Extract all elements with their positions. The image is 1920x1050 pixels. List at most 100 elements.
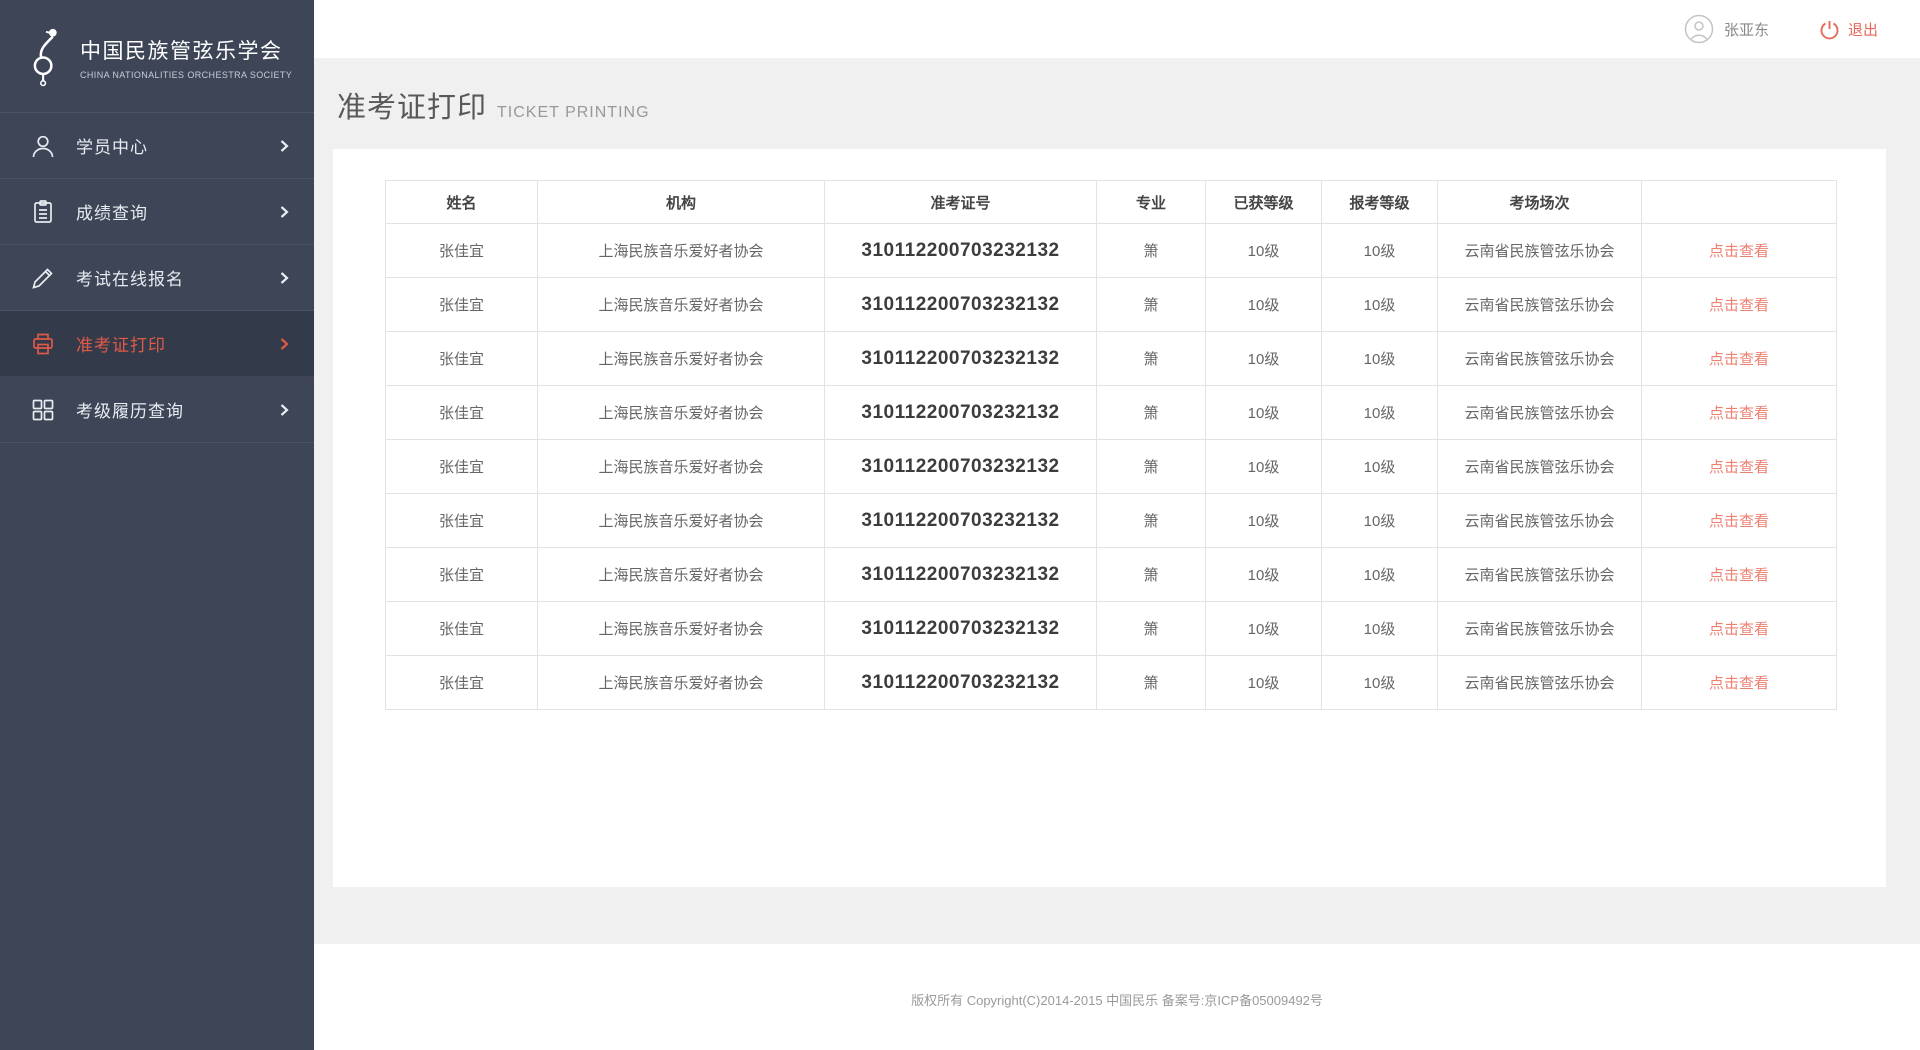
- cell-venue: 云南省民族管弦乐协会: [1438, 494, 1642, 548]
- cell-obtained-level: 10级: [1206, 278, 1322, 332]
- power-icon: [1819, 19, 1840, 40]
- printer-icon: [30, 331, 56, 357]
- cell-name: 张佳宜: [386, 494, 538, 548]
- cell-major: 箫: [1097, 494, 1206, 548]
- cell-apply-level: 10级: [1322, 602, 1438, 656]
- cell-action: 点击查看: [1642, 332, 1837, 386]
- cell-ticket-no: 310112200703232132: [825, 440, 1097, 494]
- cell-action: 点击查看: [1642, 494, 1837, 548]
- chevron-right-icon: [276, 270, 292, 286]
- cell-major: 箫: [1097, 602, 1206, 656]
- cell-org: 上海民族音乐爱好者协会: [538, 440, 825, 494]
- view-ticket-link[interactable]: 点击查看: [1709, 513, 1769, 530]
- logout-button[interactable]: 退出: [1819, 19, 1878, 40]
- cell-name: 张佳宜: [386, 332, 538, 386]
- view-ticket-link[interactable]: 点击查看: [1709, 405, 1769, 422]
- cell-venue: 云南省民族管弦乐协会: [1438, 548, 1642, 602]
- logout-label: 退出: [1848, 19, 1878, 40]
- footer: 版权所有 Copyright(C)2014-2015 中国民乐 备案号:京ICP…: [314, 944, 1920, 1050]
- sidebar-item-label: 考级履历查询: [76, 397, 276, 422]
- view-ticket-link[interactable]: 点击查看: [1709, 351, 1769, 368]
- view-ticket-link[interactable]: 点击查看: [1709, 621, 1769, 638]
- logo: 中国民族管弦乐学会 CHINA NATIONALITIES ORCHESTRA …: [0, 0, 314, 112]
- col-header-major: 专业: [1097, 181, 1206, 224]
- col-header-org: 机构: [538, 181, 825, 224]
- cell-obtained-level: 10级: [1206, 548, 1322, 602]
- chevron-right-icon: [276, 138, 292, 154]
- sidebar-item-online-registration[interactable]: 考试在线报名: [0, 245, 314, 311]
- cell-ticket-no: 310112200703232132: [825, 602, 1097, 656]
- sidebar-item-grade-history[interactable]: 考级履历查询: [0, 377, 314, 443]
- ticket-table-card: 姓名 机构 准考证号 专业 已获等级 报考等级 考场场次 张佳宜 上海民族音乐爱…: [333, 149, 1886, 887]
- cell-apply-level: 10级: [1322, 548, 1438, 602]
- sidebar-menu: 学员中心 成绩查询: [0, 112, 314, 443]
- cell-obtained-level: 10级: [1206, 656, 1322, 710]
- table-row: 张佳宜 上海民族音乐爱好者协会 310112200703232132 箫 10级…: [386, 278, 1837, 332]
- cell-action: 点击查看: [1642, 602, 1837, 656]
- cell-apply-level: 10级: [1322, 494, 1438, 548]
- sidebar-item-score-query[interactable]: 成绩查询: [0, 179, 314, 245]
- cell-org: 上海民族音乐爱好者协会: [538, 656, 825, 710]
- cell-org: 上海民族音乐爱好者协会: [538, 386, 825, 440]
- view-ticket-link[interactable]: 点击查看: [1709, 297, 1769, 314]
- logo-title: 中国民族管弦乐学会: [80, 35, 292, 65]
- col-header-name: 姓名: [386, 181, 538, 224]
- sidebar-item-student-center[interactable]: 学员中心: [0, 113, 314, 179]
- table-header-row: 姓名 机构 准考证号 专业 已获等级 报考等级 考场场次: [386, 181, 1837, 224]
- username: 张亚东: [1724, 19, 1769, 40]
- cell-name: 张佳宜: [386, 548, 538, 602]
- logo-subtitle: CHINA NATIONALITIES ORCHESTRA SOCIETY: [80, 70, 292, 80]
- cell-obtained-level: 10级: [1206, 224, 1322, 278]
- main-area: 张亚东 退出 准考证打印 TICKET PRINTING: [314, 0, 1920, 1050]
- table-row: 张佳宜 上海民族音乐爱好者协会 310112200703232132 箫 10级…: [386, 494, 1837, 548]
- cell-ticket-no: 310112200703232132: [825, 224, 1097, 278]
- chevron-right-icon: [276, 204, 292, 220]
- table-row: 张佳宜 上海民族音乐爱好者协会 310112200703232132 箫 10级…: [386, 332, 1837, 386]
- view-ticket-link[interactable]: 点击查看: [1709, 567, 1769, 584]
- content: 准考证打印 TICKET PRINTING 姓名 机构 准考证号 专业 已获等级…: [314, 58, 1920, 944]
- cell-venue: 云南省民族管弦乐协会: [1438, 278, 1642, 332]
- col-header-ticket-no: 准考证号: [825, 181, 1097, 224]
- grid-icon: [30, 397, 56, 423]
- pencil-icon: [30, 265, 56, 291]
- cell-action: 点击查看: [1642, 440, 1837, 494]
- sidebar-item-ticket-printing[interactable]: 准考证打印: [0, 311, 314, 377]
- table-row: 张佳宜 上海民族音乐爱好者协会 310112200703232132 箫 10级…: [386, 548, 1837, 602]
- cell-org: 上海民族音乐爱好者协会: [538, 602, 825, 656]
- user-chip[interactable]: 张亚东: [1684, 14, 1769, 44]
- cell-apply-level: 10级: [1322, 440, 1438, 494]
- cell-ticket-no: 310112200703232132: [825, 332, 1097, 386]
- cell-ticket-no: 310112200703232132: [825, 386, 1097, 440]
- cell-venue: 云南省民族管弦乐协会: [1438, 224, 1642, 278]
- cell-venue: 云南省民族管弦乐协会: [1438, 602, 1642, 656]
- col-header-obtained-level: 已获等级: [1206, 181, 1322, 224]
- cell-org: 上海民族音乐爱好者协会: [538, 278, 825, 332]
- chevron-right-icon: [276, 336, 292, 352]
- cell-action: 点击查看: [1642, 224, 1837, 278]
- view-ticket-link[interactable]: 点击查看: [1709, 243, 1769, 260]
- orchestra-society-logo-icon: [26, 26, 68, 88]
- cell-action: 点击查看: [1642, 278, 1837, 332]
- cell-obtained-level: 10级: [1206, 602, 1322, 656]
- cell-ticket-no: 310112200703232132: [825, 548, 1097, 602]
- clipboard-icon: [30, 199, 56, 225]
- sidebar-item-label: 成绩查询: [76, 199, 276, 224]
- cell-org: 上海民族音乐爱好者协会: [538, 332, 825, 386]
- page-subtitle: TICKET PRINTING: [497, 104, 650, 122]
- table-row: 张佳宜 上海民族音乐爱好者协会 310112200703232132 箫 10级…: [386, 224, 1837, 278]
- cell-name: 张佳宜: [386, 278, 538, 332]
- cell-name: 张佳宜: [386, 656, 538, 710]
- cell-major: 箫: [1097, 656, 1206, 710]
- cell-name: 张佳宜: [386, 440, 538, 494]
- cell-obtained-level: 10级: [1206, 386, 1322, 440]
- cell-name: 张佳宜: [386, 224, 538, 278]
- cell-obtained-level: 10级: [1206, 332, 1322, 386]
- cell-apply-level: 10级: [1322, 278, 1438, 332]
- view-ticket-link[interactable]: 点击查看: [1709, 675, 1769, 692]
- cell-org: 上海民族音乐爱好者协会: [538, 494, 825, 548]
- topbar: 张亚东 退出: [314, 0, 1920, 58]
- view-ticket-link[interactable]: 点击查看: [1709, 459, 1769, 476]
- page-title: 准考证打印: [337, 84, 487, 126]
- table-row: 张佳宜 上海民族音乐爱好者协会 310112200703232132 箫 10级…: [386, 602, 1837, 656]
- cell-major: 箫: [1097, 440, 1206, 494]
